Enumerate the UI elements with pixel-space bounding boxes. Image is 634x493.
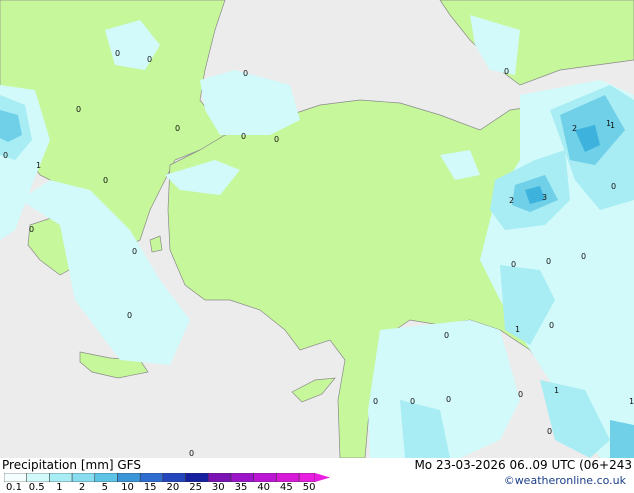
value-label: 0 [103,176,108,185]
footer: Precipitation [mm] GFS Mo 23-03-2026 06.… [0,458,634,493]
legend-swatch [71,473,96,482]
legend-tick-label: 0.5 [28,482,45,493]
value-label: 1 [515,325,520,334]
value-label: 0 [504,67,509,76]
legend-swatch [94,473,118,482]
value-label: 0 [611,182,616,191]
legend-arrow-icon [314,473,330,482]
value-label: 0 [511,260,516,269]
legend-tick-label: 50 [302,482,316,493]
value-label: 0 [410,397,415,406]
value-label: 1 [629,397,634,406]
legend-tick-label: 30 [211,482,225,493]
value-label: 1 [610,121,615,130]
value-label: 0 [175,124,180,133]
legend-swatch [276,473,300,482]
value-label: 0 [243,69,248,78]
value-label: 0 [132,247,137,256]
legend-tick-label: 25 [189,482,202,493]
value-label: 1 [554,386,559,395]
legend-swatch [117,473,141,482]
precipitation-legend [4,473,330,482]
value-label: 2 [509,196,514,205]
value-label: 0 [547,427,552,436]
legend-swatch [298,473,316,482]
value-label: 0 [444,331,449,340]
value-label: 0 [3,151,8,160]
valid-time: Mo 23-03-2026 06..09 UTC (06+243 [414,458,632,472]
value-label: 1 [36,161,41,170]
value-label: 0 [581,252,586,261]
precipitation-map: 0 0 0 0 1 0 1 0 0 0 0 0 0 0 0 1 2 3 2 0 … [0,0,634,458]
legend-tick-label: 15 [143,482,157,493]
legend-swatch [185,473,209,482]
legend-tick-label: 1 [56,482,63,493]
legend-tick-label: 10 [121,482,134,493]
value-label: 0 [546,257,551,266]
value-label: 2 [572,124,577,133]
value-label: 0 [518,390,523,399]
legend-swatch [49,473,73,482]
legend-swatch [26,473,50,482]
value-label: 0 [115,49,120,58]
legend-swatch [230,473,254,482]
legend-tick-label: 35 [234,482,248,493]
legend-swatch [162,473,186,482]
legend-tick-label: 40 [257,482,271,493]
legend-tick-label: 2 [78,482,86,493]
map-title: Precipitation [mm] GFS [2,458,141,472]
value-label: 0 [189,449,194,458]
value-label: 0 [29,225,34,234]
value-label: 0 [373,397,378,406]
value-label: 0 [76,105,81,114]
legend-swatch [139,473,164,482]
value-label: 0 [147,55,152,64]
value-label: 0 [549,321,554,330]
value-label: 0 [274,135,279,144]
legend-tick-label: 45 [280,482,293,493]
legend-swatch [4,473,27,482]
legend-swatch [208,473,232,482]
legend-swatch [253,473,277,482]
value-label: 0 [241,132,246,141]
value-label: 0 [446,395,451,404]
credit-link[interactable]: ©weatheronline.co.uk [504,474,626,487]
legend-tick-label: 0.1 [6,482,22,493]
legend-tick-label: 20 [166,482,180,493]
legend-tick-label: 5 [101,482,108,493]
value-label: 0 [127,311,132,320]
value-label: 3 [542,193,547,202]
